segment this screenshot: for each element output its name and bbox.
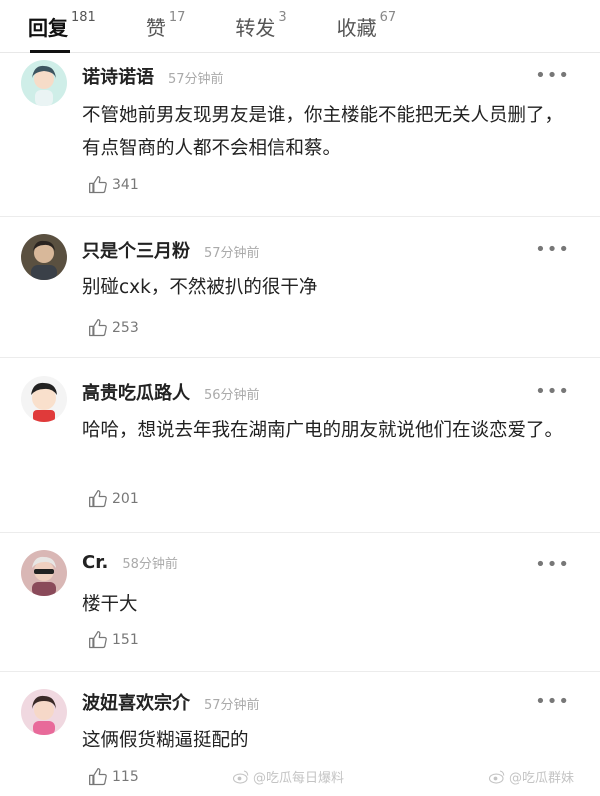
watermark-text: @吃瓜每日爆料 — [253, 771, 345, 786]
tab-label: 回复 — [28, 15, 68, 40]
avatar[interactable] — [21, 234, 67, 280]
comment-item: 只是个三月粉 57分钟前 ••• 别碰cxk，不然被扒的很干净 253 — [0, 217, 600, 358]
comment-text: 楼干大 — [82, 594, 138, 615]
username[interactable]: 诺诗诺语 57分钟前 — [82, 63, 224, 89]
avatar-illustration-icon — [21, 60, 67, 106]
like-count: 341 — [112, 177, 139, 193]
username[interactable]: 只是个三月粉 57分钟前 — [82, 237, 260, 263]
tab-count: 67 — [379, 9, 397, 25]
tab-replies[interactable]: 回复 181 — [28, 9, 96, 41]
tab-count: 3 — [278, 9, 287, 25]
more-options-icon[interactable]: ••• — [535, 65, 570, 86]
avatar[interactable] — [21, 689, 67, 735]
username-text: 高贵吃瓜路人 — [82, 383, 190, 404]
like-button[interactable]: 341 — [88, 175, 139, 195]
username[interactable]: Cr. 58分钟前 — [82, 552, 178, 573]
watermark: @吃瓜每日爆料 — [232, 767, 344, 786]
tab-label: 收藏 — [336, 15, 377, 40]
tab-favorites[interactable]: 收藏 67 — [336, 9, 397, 41]
weibo-logo-icon — [488, 769, 505, 784]
like-button[interactable]: 151 — [88, 630, 139, 650]
comment-text: 不管她前男友现男友是谁，你主楼能不能把无关人员删了，有点智商的人都不会相信和蔡。 — [82, 105, 564, 159]
avatar-cartoon-icon — [21, 376, 67, 422]
username[interactable]: 高贵吃瓜路人 56分钟前 — [82, 379, 260, 405]
thumbs-up-icon — [89, 631, 107, 649]
username-text: 只是个三月粉 — [82, 241, 190, 262]
like-count: 201 — [112, 491, 139, 507]
comment-text: 别碰cxk，不然被扒的很干净 — [82, 277, 318, 298]
thumbs-up-icon — [89, 176, 107, 194]
comment-item: 高贵吃瓜路人 56分钟前 ••• 哈哈，想说去年我在湖南广电的朋友就说他们在谈恋爱… — [0, 358, 600, 533]
tab-count: 17 — [168, 9, 186, 25]
watermark-text: @吃瓜群妹 — [509, 771, 575, 786]
weibo-logo-icon — [232, 769, 249, 784]
more-options-icon[interactable]: ••• — [535, 239, 570, 260]
like-button[interactable]: 201 — [88, 489, 139, 509]
like-count: 115 — [112, 769, 139, 785]
avatar[interactable] — [21, 376, 67, 422]
watermark: @吃瓜群妹 — [488, 767, 574, 786]
more-options-icon[interactable]: ••• — [535, 691, 570, 712]
tab-count: 181 — [71, 9, 96, 25]
avatar-photo-icon — [21, 550, 67, 596]
avatar[interactable] — [21, 550, 67, 596]
username-text: Cr. — [82, 552, 109, 573]
like-count: 253 — [112, 320, 139, 336]
comment-text: 哈哈，想说去年我在湖南广电的朋友就说他们在谈恋爱了。 — [82, 420, 564, 441]
thumbs-up-icon — [89, 319, 107, 337]
tab-label: 转发 — [235, 15, 276, 40]
username-text: 波妞喜欢宗介 — [82, 693, 190, 714]
comment-item: Cr. 58分钟前 ••• 楼干大 151 — [0, 533, 600, 672]
comment-time: 57分钟前 — [204, 246, 260, 261]
thumbs-up-icon — [89, 768, 107, 786]
tab-bar: 回复 181 赞 17 转发 3 收藏 67 — [0, 0, 600, 53]
like-button[interactable]: 253 — [88, 318, 139, 338]
comment-text: 这俩假货糊逼挺配的 — [82, 730, 249, 751]
like-count: 151 — [112, 632, 139, 648]
avatar[interactable] — [21, 60, 67, 106]
tab-label: 赞 — [145, 15, 166, 40]
comment-time: 57分钟前 — [204, 698, 260, 713]
avatar-photo-icon — [21, 689, 67, 735]
more-options-icon[interactable]: ••• — [535, 554, 570, 575]
username[interactable]: 波妞喜欢宗介 57分钟前 — [82, 689, 260, 715]
avatar-photo-icon — [21, 234, 67, 280]
tab-reposts[interactable]: 转发 3 — [235, 9, 287, 41]
comment-time: 56分钟前 — [204, 388, 260, 403]
comment-time: 57分钟前 — [168, 72, 224, 87]
tab-likes[interactable]: 赞 17 — [145, 9, 186, 41]
like-button[interactable]: 115 — [88, 767, 139, 787]
username-text: 诺诗诺语 — [82, 67, 154, 88]
more-options-icon[interactable]: ••• — [535, 381, 570, 402]
thumbs-up-icon — [89, 490, 107, 508]
comment-time: 58分钟前 — [122, 557, 178, 572]
comment-item: 诺诗诺语 57分钟前 ••• 不管她前男友现男友是谁，你主楼能不能把无关人员删了，… — [0, 53, 600, 217]
